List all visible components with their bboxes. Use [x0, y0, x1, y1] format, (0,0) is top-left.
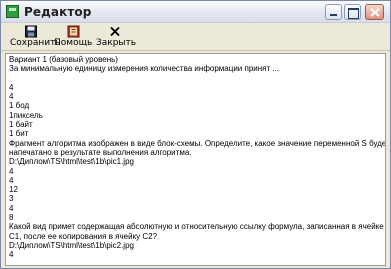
text-line: 4 — [9, 82, 14, 92]
text-line: 1 бит — [9, 129, 29, 139]
text-line: D:\Диплом\TS\html\test\1b\pic1.jpg — [9, 157, 134, 167]
text-line: Фрагмент алгоритма изображен в виде блок… — [9, 138, 386, 148]
minimize-button[interactable] — [325, 4, 342, 20]
help-button[interactable]: Помощь — [54, 25, 92, 51]
window-title: Редактор — [24, 5, 92, 19]
maximize-button[interactable] — [344, 4, 361, 20]
text-line: C1, после ее копирования в ячейку C2? — [9, 231, 158, 241]
text-line: За минимальную единицу измерения количес… — [9, 64, 280, 74]
help-label: Помощь — [54, 38, 93, 48]
text-line: 4 — [9, 203, 14, 213]
text-editor[interactable]: Вариант 1 (базовый уровень) За минимальн… — [5, 53, 386, 266]
text-line: Вариант 1 (базовый уровень) — [9, 55, 118, 64]
text-line: напечатано в результате выполнения алгор… — [9, 147, 192, 157]
text-line: Какой вид примет содержащая абсолютную и… — [9, 222, 384, 232]
text-line: 4 — [9, 175, 14, 185]
text-line: 1 байт — [9, 120, 33, 130]
help-book-icon — [67, 25, 79, 38]
close-x-icon — [110, 26, 120, 37]
save-button[interactable]: Сохранить — [10, 25, 61, 51]
text-line: 3 — [9, 194, 14, 204]
toolbar: Сохранить Помощь Закрыть — [1, 23, 390, 51]
text-line: 4 — [9, 250, 14, 260]
floppy-disk-icon — [25, 25, 37, 38]
save-label: Сохранить — [10, 38, 61, 48]
text-line: 8 — [9, 213, 14, 223]
text-line: D:\Диплом\TS\html\test\1b\pic2.jpg — [9, 240, 134, 250]
app-icon — [6, 5, 19, 18]
close-icon — [370, 8, 380, 17]
close-window-button[interactable] — [365, 4, 384, 20]
close-label: Закрыть — [96, 38, 137, 48]
text-line — [9, 74, 379, 83]
close-button[interactable]: Закрыть — [96, 25, 137, 51]
title-bar[interactable]: Редактор — [1, 1, 390, 23]
text-line: 12 — [9, 185, 18, 195]
text-line: 4 — [9, 92, 14, 102]
text-line: 1пиксель — [9, 110, 43, 120]
text-line: 1 бод — [9, 101, 30, 111]
text-line: 4 — [9, 166, 14, 176]
editor-text: Вариант 1 (базовый уровень) За минимальн… — [9, 55, 386, 260]
editor-window: Редактор Сохранить Помощь Закрыть Вариан… — [0, 0, 391, 269]
